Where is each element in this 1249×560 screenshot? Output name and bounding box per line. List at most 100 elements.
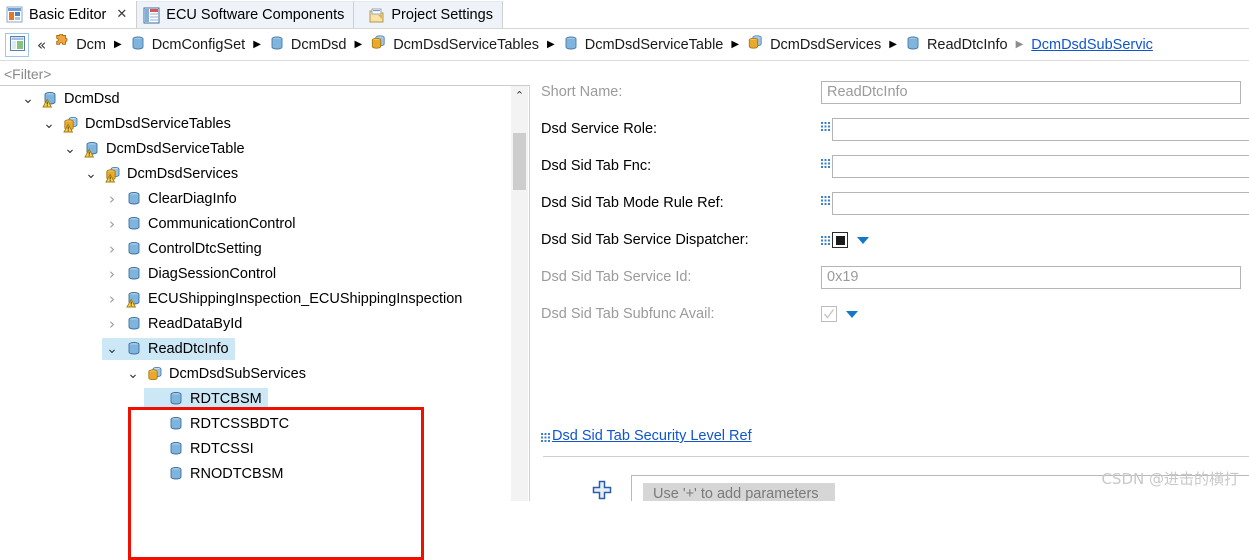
breadcrumb-item-label: ReadDtcInfo bbox=[926, 36, 1008, 53]
field-label: Dsd Service Role: bbox=[541, 121, 658, 137]
tree-item-content: › ControlDtcSetting bbox=[102, 238, 268, 260]
tree-item-rdtcbsm[interactable]: RDTCBSM bbox=[0, 386, 529, 411]
puzzle-icon bbox=[53, 33, 70, 55]
close-icon[interactable]: ✕ bbox=[116, 7, 127, 22]
breadcrumb-item-label: DcmDsdServiceTables bbox=[393, 36, 540, 53]
field-label: Dsd Sid Tab Fnc: bbox=[541, 158, 652, 174]
tree-item-content: › CommunicationControl bbox=[102, 213, 301, 235]
chevron-right-icon[interactable]: › bbox=[104, 215, 120, 233]
dsd-sid-tab-service-id-input[interactable]: 0x19 bbox=[821, 265, 1241, 289]
chevron-right-icon[interactable]: › bbox=[104, 265, 120, 283]
tree-item-label: DcmDsdServices bbox=[127, 165, 239, 182]
tree-item-communicationcontrol[interactable]: › CommunicationControl bbox=[0, 211, 529, 236]
watermark: CSDN @进击的横打 bbox=[1101, 470, 1239, 488]
container-warning-icon bbox=[125, 290, 143, 308]
tree-item-content: RDTCSSI bbox=[144, 438, 260, 460]
chevron-down-icon[interactable]: ⌄ bbox=[62, 142, 78, 156]
breadcrumb: « Dcm ▶ DcmConfigSet ▶ DcmDsd ▶ DcmDsdSe… bbox=[0, 29, 1249, 61]
chevron-down-icon[interactable]: ⌄ bbox=[83, 167, 99, 181]
dsd-sid-tab-subfunc-avail-checkbox[interactable] bbox=[821, 306, 837, 322]
dsd-sid-tab-mode-rule-ref-input[interactable] bbox=[832, 191, 1249, 215]
breadcrumb-item-dcm[interactable]: Dcm bbox=[53, 33, 106, 55]
tree-item-label: DcmDsd bbox=[64, 90, 120, 107]
chevron-down-icon[interactable]: ⌄ bbox=[125, 367, 141, 381]
breadcrumb-item-label: DcmDsd bbox=[290, 36, 347, 53]
model-tree-panel: <Filter> ⌄ DcmDsd ⌄ DcmDsdServiceTables ⌄ Dcm… bbox=[0, 62, 530, 560]
chevron-right-icon[interactable]: › bbox=[104, 290, 120, 308]
tree-item-ecushippinginspection-ecushippinginspection[interactable]: › ECUShippingInspection_ECUShippingInspec… bbox=[0, 286, 529, 311]
dsd-sid-tab-security-level-ref-link[interactable]: Dsd Sid Tab Security Level Ref bbox=[541, 428, 752, 444]
breadcrumb-home-button[interactable] bbox=[5, 32, 29, 57]
breadcrumb-item-dcmdsdservicetables[interactable]: DcmDsdServiceTables bbox=[370, 34, 539, 55]
field-control bbox=[821, 306, 858, 322]
tree-item-readdtcinfo[interactable]: ⌄ ReadDtcInfo bbox=[0, 336, 529, 361]
tree-item-label: RDTCSSBDTC bbox=[190, 415, 290, 432]
chevron-right-icon[interactable]: › bbox=[104, 190, 120, 208]
tab-project-settings[interactable]: Project Settings bbox=[354, 1, 503, 28]
tree-item-controldtcsetting[interactable]: › ControlDtcSetting bbox=[0, 236, 529, 261]
tree-item-label: RDTCBSM bbox=[190, 390, 262, 407]
breadcrumb-item-dcmdsdsubservices-link[interactable]: DcmDsdSubServic bbox=[1031, 37, 1153, 53]
breadcrumb-item-dcmdsdservicetable[interactable]: DcmDsdServiceTable bbox=[563, 35, 723, 55]
chevron-right-icon[interactable]: › bbox=[104, 315, 120, 333]
tree-item-dcmdsdservices[interactable]: ⌄ DcmDsdServices bbox=[0, 161, 529, 186]
tree-item-readdatabyid[interactable]: › ReadDataById bbox=[0, 311, 529, 336]
field-label: Dsd Sid Tab Service Id: bbox=[541, 269, 692, 285]
chevron-right-icon[interactable]: › bbox=[104, 240, 120, 258]
breadcrumb-item-dcmdsdservices[interactable]: DcmDsdServices bbox=[747, 34, 881, 55]
field-control bbox=[821, 232, 869, 248]
tree-item-dcmdsdservicetables[interactable]: ⌄ DcmDsdServiceTables bbox=[0, 111, 529, 136]
tree-vertical-scrollbar[interactable]: ⌃ bbox=[511, 86, 528, 501]
tree-item-rdtcssbdtc[interactable]: RDTCSSBDTC bbox=[0, 411, 529, 436]
tree-item-content: ⌄ DcmDsdServices bbox=[81, 163, 244, 185]
scrollbar-thumb[interactable] bbox=[513, 133, 526, 190]
container-icon bbox=[167, 465, 185, 483]
dsd-sid-tab-service-dispatcher-checkbox[interactable] bbox=[832, 232, 848, 248]
chevron-down-icon[interactable] bbox=[857, 236, 869, 244]
chevron-down-icon[interactable]: ⌄ bbox=[104, 342, 120, 356]
tab-ecu-software-components[interactable]: ECU Software Components bbox=[137, 1, 355, 28]
tree-item-label: ClearDiagInfo bbox=[148, 190, 237, 207]
plus-icon[interactable] bbox=[591, 479, 613, 501]
container-icon bbox=[125, 190, 143, 208]
container-multi-icon bbox=[146, 365, 164, 383]
tree-item-diagsessioncontrol[interactable]: › DiagSessionControl bbox=[0, 261, 529, 286]
tree-item-content: RNODTCBSM bbox=[144, 463, 289, 485]
tree-item-label: DcmDsdServiceTable bbox=[106, 140, 245, 157]
tab-basic-editor[interactable]: Basic Editor ✕ bbox=[0, 1, 138, 28]
tree-item-rdtcssi[interactable]: RDTCSSI bbox=[0, 436, 529, 461]
chevron-down-icon[interactable]: ⌄ bbox=[20, 92, 36, 106]
tree-item-rnodtcbsm[interactable]: RNODTCBSM bbox=[0, 461, 529, 486]
tree-item-content: › ClearDiagInfo bbox=[102, 188, 243, 210]
tree-item-dcmdsdsubservices[interactable]: ⌄ DcmDsdSubServices bbox=[0, 361, 529, 386]
breadcrumb-separator-icon: ▶ bbox=[731, 39, 740, 50]
field-control bbox=[821, 154, 1249, 178]
tree-item-cleardiaginfo[interactable]: › ClearDiagInfo bbox=[0, 186, 529, 211]
chevron-down-icon[interactable] bbox=[846, 310, 858, 318]
field-control: 0x19 bbox=[821, 265, 1241, 289]
security-link-label: Dsd Sid Tab Security Level Ref bbox=[552, 428, 752, 444]
scroll-up-icon[interactable]: ⌃ bbox=[511, 86, 528, 104]
tree-item-content: ⌄ DcmDsdServiceTable bbox=[60, 138, 251, 160]
tab-label: ECU Software Components bbox=[166, 7, 345, 23]
tree-item-dcmdsdservicetable[interactable]: ⌄ DcmDsdServiceTable bbox=[0, 136, 529, 161]
breadcrumb-item-dcmdsd[interactable]: DcmDsd bbox=[269, 35, 347, 55]
short-name-input[interactable]: ReadDtcInfo bbox=[821, 80, 1241, 104]
breadcrumb-overflow-icon[interactable]: « bbox=[37, 36, 46, 54]
container-icon bbox=[167, 440, 185, 458]
container-icon bbox=[167, 415, 185, 433]
tree-item-dcmdsd[interactable]: ⌄ DcmDsd bbox=[0, 86, 529, 111]
chevron-down-icon[interactable]: ⌄ bbox=[41, 117, 57, 131]
tree-item-content: ⌄ ReadDtcInfo bbox=[102, 337, 235, 360]
tree-item-content: RDTCSSBDTC bbox=[144, 413, 295, 435]
tree-item-content: ⌄ DcmDsd bbox=[18, 88, 126, 110]
dsd-sid-tab-fnc-input[interactable] bbox=[832, 154, 1249, 178]
container-icon bbox=[563, 35, 579, 55]
tree-filter-input[interactable]: <Filter> bbox=[0, 62, 530, 86]
container-warning-icon bbox=[41, 90, 59, 108]
dsd-service-role-input[interactable] bbox=[832, 117, 1249, 141]
breadcrumb-item-readdtcinfo[interactable]: ReadDtcInfo bbox=[905, 35, 1008, 55]
basic-editor-icon bbox=[6, 6, 23, 23]
breadcrumb-item-dcmconfigset[interactable]: DcmConfigSet bbox=[130, 35, 245, 55]
